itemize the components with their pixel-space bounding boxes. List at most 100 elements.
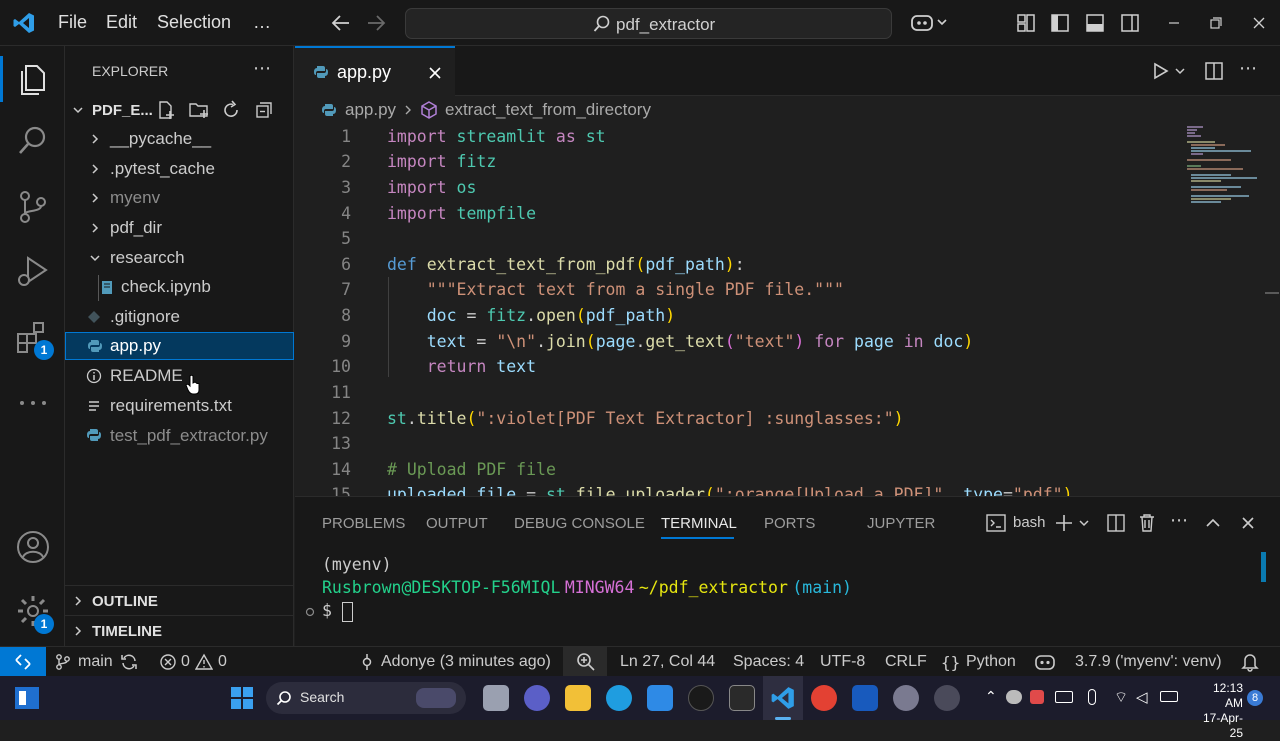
timeline-section-header[interactable]: TIMELINE: [65, 617, 294, 645]
language-mode[interactable]: Python: [966, 653, 1016, 671]
tree-file-app-py[interactable]: app.py: [65, 332, 294, 360]
minimap[interactable]: [1185, 124, 1265, 208]
terminal-app-icon[interactable]: [729, 685, 755, 711]
command-center-search[interactable]: pdf_extractor: [405, 8, 892, 39]
tab-app-py[interactable]: app.py: [295, 46, 455, 96]
wifi-icon[interactable]: ⌔: [1114, 688, 1128, 707]
menu-selection[interactable]: Selection: [157, 12, 231, 33]
tab-debug-console[interactable]: DEBUG CONSOLE: [514, 515, 645, 532]
file-encoding[interactable]: UTF-8: [820, 653, 865, 671]
onedrive-icon[interactable]: [1006, 690, 1022, 704]
tree-folder-pycache[interactable]: __pycache__: [65, 125, 294, 153]
trash-icon[interactable]: [1138, 513, 1156, 533]
git-blame[interactable]: Adonye (3 minutes ago): [381, 653, 551, 671]
sync-icon[interactable]: [120, 653, 138, 671]
close-tab-icon[interactable]: [427, 65, 443, 81]
tab-problems[interactable]: PROBLEMS: [322, 515, 405, 532]
tree-file-test-pdf-extractor[interactable]: test_pdf_extractor.py: [65, 422, 294, 450]
editor-more-actions[interactable]: ⋯: [1239, 58, 1257, 79]
tree-file-gitignore[interactable]: .gitignore: [65, 303, 294, 331]
windows-start-icon[interactable]: [230, 686, 254, 710]
workspace-folder-header[interactable]: PDF_E...: [65, 96, 294, 124]
close-window-icon[interactable]: [1250, 14, 1268, 32]
run-python-file-icon[interactable]: [1152, 62, 1188, 80]
upwork-icon[interactable]: [688, 685, 714, 711]
chrome-icon[interactable]: [811, 685, 837, 711]
tree-file-check-ipynb[interactable]: check.ipynb: [65, 273, 294, 301]
taskbar-clock[interactable]: 12:13 AM 17-Apr-25: [1195, 681, 1243, 741]
refresh-icon[interactable]: [221, 100, 241, 120]
tab-terminal[interactable]: TERMINAL: [661, 515, 737, 532]
tab-jupyter[interactable]: JUPYTER: [867, 515, 935, 532]
tab-ports[interactable]: PORTS: [764, 515, 815, 532]
copilot-icon[interactable]: [910, 12, 950, 34]
menu-file[interactable]: File: [58, 12, 87, 33]
battery-icon[interactable]: [1160, 691, 1178, 702]
breadcrumb-symbol[interactable]: extract_text_from_directory: [445, 100, 651, 120]
split-editor-icon[interactable]: [1204, 61, 1224, 81]
toggle-primary-sidebar-icon[interactable]: [1050, 13, 1070, 33]
breadcrumb-file[interactable]: app.py: [345, 100, 396, 120]
split-terminal-icon[interactable]: [1106, 514, 1126, 532]
new-file-icon[interactable]: [156, 100, 176, 120]
file-explorer-icon[interactable]: [565, 685, 591, 711]
error-count[interactable]: 0: [181, 653, 190, 671]
minimize-icon[interactable]: [1165, 14, 1183, 32]
remote-indicator[interactable]: [0, 647, 46, 677]
source-control-icon[interactable]: [14, 188, 52, 226]
new-terminal-icon[interactable]: [1055, 514, 1091, 532]
terminal-scrollbar[interactable]: [1261, 552, 1266, 582]
settings-app-icon[interactable]: [893, 685, 919, 711]
explorer-more-actions[interactable]: ⋯: [253, 58, 271, 79]
back-arrow-icon[interactable]: [331, 14, 351, 32]
indentation[interactable]: Spaces: 4: [733, 653, 804, 671]
toggle-secondary-sidebar-icon[interactable]: [1120, 13, 1140, 33]
tree-folder-pytest-cache[interactable]: .pytest_cache: [65, 155, 294, 183]
forward-arrow-icon[interactable]: [366, 14, 386, 32]
run-debug-icon[interactable]: [14, 252, 52, 290]
collapse-all-icon[interactable]: [254, 100, 274, 120]
tab-output[interactable]: OUTPUT: [426, 515, 488, 532]
menu-edit[interactable]: Edit: [106, 12, 137, 33]
vscode-app-icon[interactable]: [770, 685, 796, 711]
close-panel-icon[interactable]: [1240, 515, 1256, 531]
panel-more-actions[interactable]: ⋯: [1170, 510, 1188, 531]
notification-badge[interactable]: 8: [1247, 690, 1263, 706]
tree-file-readme[interactable]: README: [65, 362, 294, 395]
show-hidden-icons[interactable]: ⌃: [985, 688, 997, 705]
tray-app-icon[interactable]: [1030, 690, 1044, 704]
volume-icon[interactable]: ◁: [1136, 688, 1148, 706]
accounts-icon[interactable]: [14, 528, 52, 566]
restore-icon[interactable]: [1207, 14, 1225, 32]
toggle-panel-icon[interactable]: [1085, 13, 1105, 33]
app-icon[interactable]: [934, 685, 960, 711]
teams-icon[interactable]: [524, 685, 550, 711]
terminal-shell-name[interactable]: bash: [1013, 514, 1046, 531]
maximize-panel-icon[interactable]: [1205, 515, 1221, 531]
copilot-status-icon[interactable]: [1034, 652, 1056, 672]
notifications-bell-icon[interactable]: [1241, 652, 1259, 672]
widgets-icon[interactable]: [15, 687, 39, 709]
menu-more[interactable]: …: [253, 12, 271, 33]
word-icon[interactable]: [852, 685, 878, 711]
explorer-icon[interactable]: [14, 60, 52, 98]
more-views-icon[interactable]: [14, 384, 52, 422]
search-icon[interactable]: [14, 122, 52, 160]
tree-file-requirements[interactable]: requirements.txt: [65, 392, 294, 420]
tree-folder-researcch[interactable]: researcch: [65, 244, 294, 272]
code-editor[interactable]: 1 import streamlit as st 2 import fitz 3 im…: [295, 124, 1280, 496]
python-interpreter[interactable]: 3.7.9 ('myenv': venv): [1075, 653, 1222, 671]
tree-folder-pdf-dir[interactable]: pdf_dir: [65, 214, 294, 242]
end-of-line[interactable]: CRLF: [885, 653, 927, 671]
branch-name[interactable]: main: [78, 653, 113, 671]
zoom-indicator[interactable]: [563, 647, 607, 677]
warning-count[interactable]: 0: [218, 653, 227, 671]
terminal-output[interactable]: (myenv) Rusbrown@DESKTOP-F56MIQL MINGW64…: [305, 547, 1255, 647]
new-folder-icon[interactable]: [188, 100, 210, 120]
task-view-icon[interactable]: [483, 685, 509, 711]
taskbar-search[interactable]: Search: [266, 682, 466, 714]
tree-folder-myenv[interactable]: myenv: [65, 184, 294, 212]
customize-layout-icon[interactable]: [1016, 13, 1036, 33]
cursor-position[interactable]: Ln 27, Col 44: [620, 653, 715, 671]
edge-icon[interactable]: [606, 685, 632, 711]
